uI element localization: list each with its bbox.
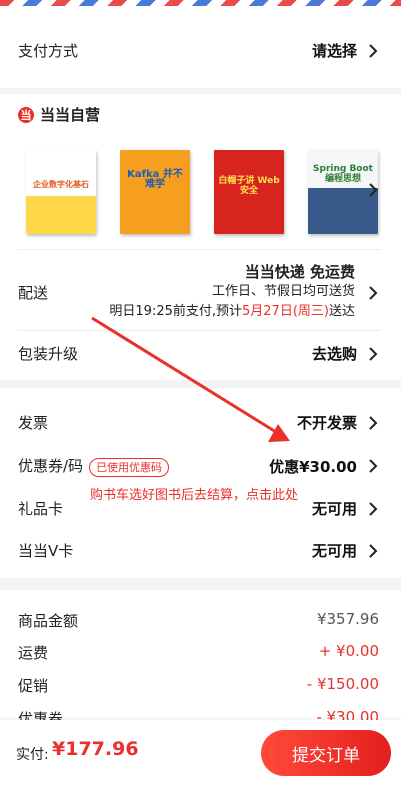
store-card <box>0 94 401 380</box>
delivery-eta: 明日19:25前支付,预计5月27日(周三)送达 <box>109 304 355 319</box>
summary-freight-value: + ¥0.00 <box>318 642 379 660</box>
v-card-row[interactable]: 当当V卡 无可用 <box>18 540 381 561</box>
chevron-right-icon <box>365 543 381 559</box>
invoice-row[interactable]: 发票 不开发票 <box>18 412 381 433</box>
summary-promo-row: 促销 - ¥150.00 <box>18 675 379 696</box>
invoice-label: 发票 <box>18 414 49 432</box>
delivery-eta-date: 5月27日(周三) <box>242 304 329 319</box>
summary-goods-row: 商品金额 ¥357.96 <box>18 610 379 631</box>
book-cover-1[interactable]: 企业数字化基石 <box>26 150 96 234</box>
chevron-right-icon[interactable] <box>365 182 381 198</box>
coupon-row[interactable]: 优惠券/码 已使用优惠码 优惠¥30.00 <box>18 455 381 477</box>
v-card-value: 无可用 <box>311 542 357 560</box>
summary-goods-label: 商品金额 <box>18 612 79 630</box>
book-list[interactable]: 企业数字化基石 Kafka 并不难学 白帽子讲 Web安全 Spring Boo… <box>26 150 378 234</box>
v-card-label: 当当V卡 <box>18 542 74 560</box>
book-cover-3[interactable]: 白帽子讲 Web安全 <box>214 150 284 234</box>
annotation-text: 购书车选好图书后去结算，点击此处 <box>90 488 299 503</box>
chevron-right-icon <box>365 346 381 362</box>
dangdang-logo-icon: 当 <box>18 106 34 123</box>
chevron-right-icon <box>365 43 381 59</box>
summary-promo-value: - ¥150.00 <box>306 675 379 693</box>
divider <box>18 249 381 250</box>
payment-method-label: 支付方式 <box>18 42 79 60</box>
pay-label: 实付: <box>16 747 49 763</box>
gift-card-label: 礼品卡 <box>18 500 64 518</box>
payment-card: 支付方式 请选择 <box>0 6 401 88</box>
divider <box>18 330 381 331</box>
gift-card-value: 无可用 <box>311 500 357 518</box>
chevron-right-icon <box>365 415 381 431</box>
coupon-used-tag: 已使用优惠码 <box>89 458 170 477</box>
payment-method-value: 请选择 <box>311 42 357 60</box>
book-cover-2[interactable]: Kafka 并不难学 <box>120 150 190 234</box>
delivery-details: 当当快递 免运费 工作日、节假日均可送货 明日19:25前支付,预计5月27日(… <box>109 262 355 322</box>
chevron-right-icon <box>365 501 381 517</box>
store-name: 当当自营 <box>40 106 101 124</box>
payment-method-row[interactable]: 支付方式 请选择 <box>18 40 381 61</box>
invoice-value: 不开发票 <box>296 414 357 432</box>
delivery-note: 工作日、节假日均可送货 <box>211 284 355 299</box>
packaging-row[interactable]: 包装升级 去选购 <box>18 343 381 364</box>
chevron-right-icon <box>365 285 381 301</box>
summary-freight-row: 运费 + ¥0.00 <box>18 642 379 663</box>
submit-order-button[interactable]: 提交订单 <box>261 730 391 776</box>
coupon-value: 优惠¥30.00 <box>269 457 357 476</box>
summary-goods-value: ¥357.96 <box>316 610 379 628</box>
pay-amount: ¥177.96 <box>52 738 139 760</box>
packaging-value: 去选购 <box>311 345 357 363</box>
summary-promo-label: 促销 <box>18 677 49 695</box>
delivery-label: 配送 <box>18 284 49 302</box>
coupon-label: 优惠券/码 <box>18 457 84 475</box>
packaging-label: 包装升级 <box>18 345 79 363</box>
store-header: 当 当当自营 <box>18 104 100 125</box>
delivery-method: 当当快递 免运费 <box>244 263 355 281</box>
summary-freight-label: 运费 <box>18 644 49 662</box>
bottom-bar: 实付: ¥177.96 提交订单 <box>0 720 401 786</box>
chevron-right-icon <box>365 458 381 474</box>
